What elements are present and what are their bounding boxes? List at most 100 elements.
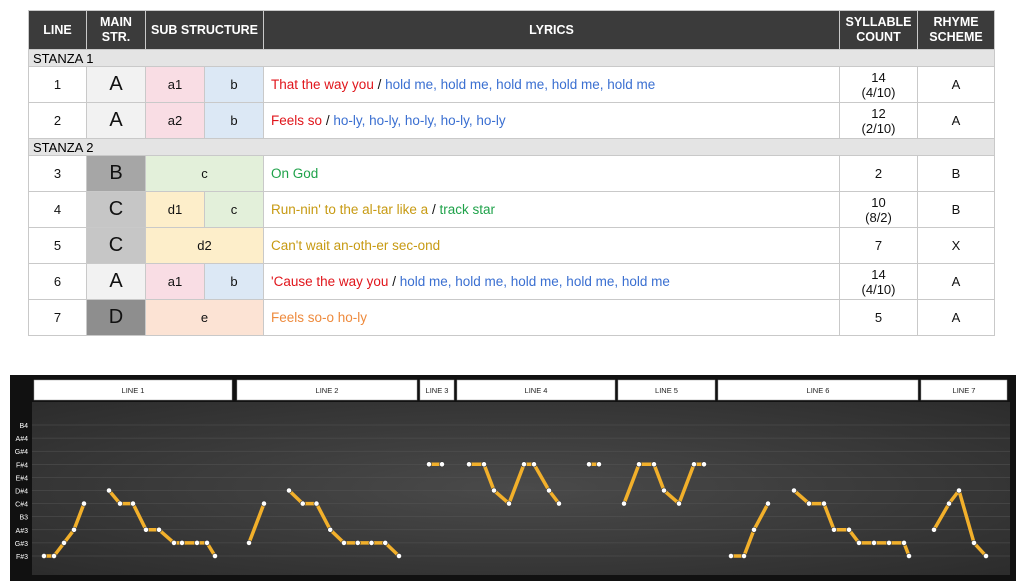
pitch-point: [886, 539, 892, 546]
main-structure-cell: C: [86, 191, 146, 228]
line-header-label: LINE 3: [426, 386, 449, 395]
stanza-label: STANZA 1: [27, 49, 996, 67]
lyric-phrase-a: That the way you: [271, 77, 374, 92]
syllable-split: (8/2): [865, 209, 892, 225]
lyric-phrase-b: hold me, hold me, hold me, hold me, hold…: [399, 274, 670, 289]
table-row: 2 Aa2 b Feels so / ho-ly, ho-ly, ho-ly, ho-…: [28, 102, 996, 139]
pitch-point: [651, 461, 657, 468]
pitch-point: [621, 500, 627, 507]
line-header-label: LINE 7: [953, 386, 976, 395]
line-number: 1: [28, 66, 87, 103]
pitch-point: [81, 500, 87, 507]
syllable-total: 14: [871, 69, 886, 85]
pitch-label: B4: [19, 423, 28, 430]
table-row: 1 Aa1 b That the way you / hold me, hold me…: [28, 66, 996, 103]
rhyme-scheme-cell: B: [917, 191, 996, 228]
pitch-point: [946, 500, 952, 507]
main-structure-cell: A: [86, 263, 146, 300]
pitch-point: [368, 539, 375, 546]
header-syllable-count: SYLLABLE COUNT: [839, 10, 919, 50]
sub-structure-cell: c: [144, 155, 265, 192]
pitch-point: [313, 500, 320, 507]
main-structure-cell: A: [86, 66, 146, 103]
pitch-point: [531, 461, 537, 468]
sub-structure-cell: a1: [145, 66, 205, 103]
syllable-count-cell: 7: [839, 227, 919, 264]
syllable-count-cell: 2: [839, 155, 919, 192]
pitch-point: [521, 461, 527, 468]
stanza-label: STANZA 2: [27, 138, 996, 156]
pitch-point: [466, 461, 472, 468]
pitch-point: [106, 487, 112, 494]
pitch-point: [586, 461, 592, 468]
phrase-separator: /: [325, 113, 330, 128]
pitch-point: [491, 487, 497, 494]
header-sub-structure: SUB STRUCTURE: [144, 10, 265, 50]
pitch-label: A#3: [16, 528, 29, 535]
sub-structure-cell: d1: [145, 191, 205, 228]
phrase-separator: /: [431, 202, 436, 217]
main-structure-cell: A: [86, 102, 146, 139]
table-row: 6 Aa1 b 'Cause the way you / hold me, hold …: [28, 263, 996, 300]
pitch-point: [821, 500, 827, 507]
pitch-point: [636, 461, 642, 468]
pitch-point: [661, 487, 667, 494]
pitch-point: [51, 553, 57, 559]
pitch-point: [806, 500, 812, 507]
table-row: 3 Bc On God 2 B: [28, 155, 996, 192]
pitch-point: [831, 526, 837, 533]
pitch-point: [751, 526, 757, 533]
sub-structure-cell: b: [203, 263, 265, 300]
lyrics-cell: Feels so-o ho-ly: [263, 299, 841, 336]
pitch-point: [765, 500, 771, 507]
lyric-phrase-a: On God: [271, 166, 319, 181]
header-line: LINE: [28, 10, 87, 50]
line-number: 4: [28, 191, 87, 228]
pitch-label: F#4: [16, 462, 28, 469]
sub-structure-cell: a2: [145, 102, 205, 139]
pitch-point: [728, 553, 734, 559]
pitch-point: [546, 487, 552, 494]
lyrics-cell: Run-nin' to the al-tar like a / track st…: [263, 191, 841, 228]
rhyme-scheme-cell: A: [917, 102, 996, 139]
rhyme-scheme-cell: X: [917, 227, 996, 264]
lyrics-cell: On God: [263, 155, 841, 192]
syllable-count-cell: 10 (8/2): [839, 191, 919, 228]
pitch-label: G#3: [15, 541, 28, 548]
lyric-phrase-a: Feels so: [271, 113, 323, 128]
pitch-point: [856, 539, 862, 546]
pitch-point: [61, 539, 67, 546]
pitch-point: [901, 539, 907, 546]
stanza-row: STANZA 2: [27, 138, 996, 156]
table-header-row: LINE MAIN STR. SUB STRUCTURE LYRICS SYLL…: [28, 10, 996, 50]
pitch-label: A#4: [16, 436, 29, 443]
stanza-row: STANZA 1: [27, 49, 996, 67]
main-structure-cell: B: [86, 155, 146, 192]
pitch-point: [117, 500, 123, 507]
pitch-point: [130, 500, 136, 507]
pitch-point: [971, 539, 977, 546]
pitch-label: B3: [19, 515, 28, 522]
pitch-point: [931, 526, 937, 533]
syllable-total: 14: [871, 266, 886, 282]
pitch-point: [41, 553, 47, 559]
table-body: STANZA 1 1 Aa1 b That the way you / hold me,…: [27, 49, 996, 336]
pitch-point: [299, 500, 306, 507]
table-row: 5 Cd2 Can't wait an-oth-er sec-ond 7 X: [28, 227, 996, 264]
syllable-total: 12: [871, 105, 886, 121]
syllable-count-cell: 12 (2/10): [839, 102, 919, 139]
pitch-point: [396, 553, 402, 559]
line-header-label: LINE 5: [655, 386, 678, 395]
main-structure-cell: C: [86, 227, 146, 264]
lyrics-cell: That the way you / hold me, hold me, hol…: [263, 66, 841, 103]
sub-structure-cell: b: [203, 66, 265, 103]
lyric-phrase-b: ho-ly, ho-ly, ho-ly, ho-ly, ho-ly: [333, 113, 506, 128]
lyric-phrase-b: hold me, hold me, hold me, hold me, hold…: [385, 77, 656, 92]
lyrics-cell: Can't wait an-oth-er sec-ond: [263, 227, 841, 264]
header-lyrics: LYRICS: [263, 10, 841, 50]
pitch-point: [179, 539, 185, 546]
lyric-phrase-a: Feels so-o ho-ly: [271, 310, 368, 325]
pitch-point: [143, 526, 149, 533]
pitch-point: [204, 539, 210, 546]
table-row: 7 De Feels so-o ho-ly 5 A: [28, 299, 996, 336]
